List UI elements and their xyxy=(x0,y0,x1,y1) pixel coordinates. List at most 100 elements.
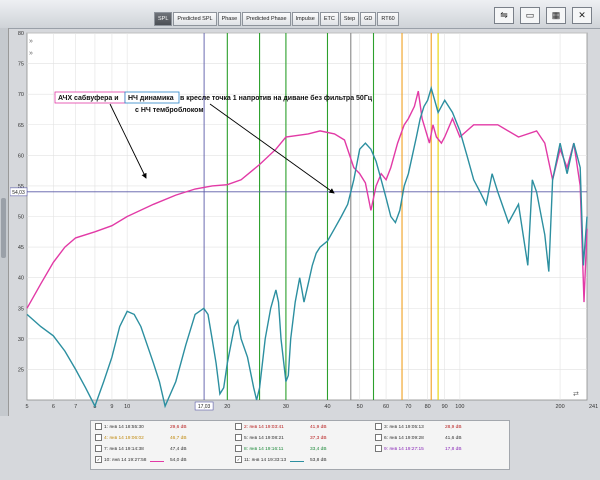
legend-label: 8: янв 14 19:16:11 xyxy=(244,447,284,452)
x-tick-label: 60 xyxy=(383,404,389,410)
legend-checkbox[interactable] xyxy=(95,445,102,453)
tab-predicted-spl[interactable]: Predicted SPL xyxy=(173,12,217,26)
legend-item-name[interactable]: ✓ 10: янв 14 19:27:58 xyxy=(95,456,146,466)
tab-impulse[interactable]: Impulse xyxy=(291,12,319,26)
x-tick-label: 80 xyxy=(425,404,431,410)
tab-etc[interactable]: ETC xyxy=(319,12,339,26)
y-tick-label: 65 xyxy=(18,123,24,129)
legend-item-name[interactable]: 5: янв 14 19:08:21 xyxy=(235,434,284,444)
legend-checkbox[interactable]: ✓ xyxy=(235,456,242,464)
legend-value: 47,4 dB xyxy=(170,447,187,452)
legend-item-name[interactable]: 3: янв 14 19:05:13 xyxy=(375,423,424,433)
legend-item-name[interactable]: 8: янв 14 19:16:11 xyxy=(235,445,283,455)
legend-row: 4: янв 14 19:06:02 46,7 dB 5: янв 14 19:08… xyxy=(95,434,505,444)
x-tick-label: 100 xyxy=(455,404,464,410)
graph-tabs: SPL Predicted SPL Phase Predicted Phase Impu… xyxy=(154,12,399,26)
legend-checkbox[interactable] xyxy=(235,434,242,442)
scroll-thumb[interactable] xyxy=(1,198,6,258)
measurement-legend: 1: янв 14 18:55:30 29,6 dB 2: янв 14 19:03… xyxy=(90,420,510,470)
x-tick-label: 30 xyxy=(283,404,289,410)
annotation-label: НЧ динамика xyxy=(128,95,174,102)
y-tick-label: 50 xyxy=(18,215,24,221)
x-tick-label: 50 xyxy=(357,404,363,410)
tab-spl[interactable]: SPL xyxy=(154,12,173,26)
collapse-icon: » xyxy=(29,38,33,45)
legend-value: 17,8 dB xyxy=(445,447,462,452)
legend-label: 2: янв 14 19:03:41 xyxy=(244,425,284,430)
legend-label: 3: янв 14 19:05:13 xyxy=(384,425,424,430)
x-tick-label: 20 xyxy=(224,404,230,410)
legend-value: 46,7 dB xyxy=(170,436,187,441)
x-tick-label: 6 xyxy=(52,404,55,410)
nav-icon: ⇄ xyxy=(573,391,579,398)
toolbar: SPL Predicted SPL Phase Predicted Phase Impu… xyxy=(0,0,600,29)
tab-step[interactable]: Step xyxy=(339,12,360,26)
collapse-icon: » xyxy=(29,50,33,57)
legend-swatch xyxy=(290,460,304,462)
y-tick-label: 60 xyxy=(18,153,24,159)
tab-phase[interactable]: Phase xyxy=(217,12,242,26)
legend-value: 29,6 dB xyxy=(170,425,187,430)
legend-item-name[interactable]: 6: янв 14 19:09:28 xyxy=(375,434,424,444)
legend-item-name[interactable]: 4: янв 14 19:06:02 xyxy=(95,434,144,444)
legend-label: 9: янв 14 19:27:15 xyxy=(384,447,424,452)
legend-checkbox[interactable] xyxy=(375,434,382,442)
legend-value: 41,6 dB xyxy=(445,436,462,441)
x-tick-label: 5 xyxy=(25,404,28,410)
tab-rt60[interactable]: RT60 xyxy=(377,12,399,26)
cursor-y-label: 54,03 xyxy=(12,190,25,196)
legend-value: 41,9 dB xyxy=(310,425,327,430)
toolbar-icons: ⇋ ▭ ▦ ✕ xyxy=(494,7,592,24)
legend-checkbox[interactable]: ✓ xyxy=(95,456,102,464)
x-tick-label: 200 xyxy=(555,404,564,410)
cursor-x-label: 17,03 xyxy=(198,404,211,410)
legend-item-name[interactable]: 2: янв 14 19:03:41 xyxy=(235,423,284,433)
chart-type-icon[interactable]: ⇋ xyxy=(494,7,514,24)
x-tick-label: 90 xyxy=(442,404,448,410)
settings-icon[interactable]: ✕ xyxy=(572,7,592,24)
legend-label: 10: янв 14 19:27:58 xyxy=(104,458,147,463)
tab-predicted-phase[interactable]: Predicted Phase xyxy=(242,12,291,26)
x-tick-label: 70 xyxy=(405,404,411,410)
legend-checkbox[interactable] xyxy=(95,423,102,431)
legend-swatch xyxy=(150,460,164,462)
legend-label: 6: янв 14 19:09:28 xyxy=(384,436,424,441)
annotation-label: АЧХ сабвуфера и xyxy=(58,94,119,102)
y-tick-label: 70 xyxy=(18,92,24,98)
y-tick-label: 35 xyxy=(18,306,24,312)
legend-checkbox[interactable] xyxy=(375,423,382,431)
legend-row: 1: янв 14 18:55:30 29,6 dB 2: янв 14 19:03… xyxy=(95,423,505,433)
legend-checkbox[interactable] xyxy=(235,445,242,453)
y-tick-label: 40 xyxy=(18,276,24,282)
x-tick-label: 9 xyxy=(110,404,113,410)
legend-label: 11: янв 14 19:33:13 xyxy=(244,458,287,463)
split-view-icon[interactable]: ▦ xyxy=(546,7,566,24)
legend-value: 28,9 dB xyxy=(445,425,462,430)
spl-chart[interactable]: 2530354045505560657075805 6 7 8 9 10 20 30 40 50 6… xyxy=(10,28,600,416)
legend-checkbox[interactable] xyxy=(95,434,102,442)
x-end-label: 241 Hz xyxy=(589,404,600,410)
display-icon[interactable]: ▭ xyxy=(520,7,540,24)
legend-checkbox[interactable] xyxy=(375,445,382,453)
tab-gd[interactable]: GD xyxy=(360,12,377,26)
legend-item-name[interactable]: 1: янв 14 18:55:30 xyxy=(95,423,144,433)
y-tick-label: 80 xyxy=(18,31,24,37)
legend-item-name[interactable]: 9: янв 14 19:27:15 xyxy=(375,445,424,455)
legend-label: 1: янв 14 18:55:30 xyxy=(104,425,144,430)
legend-value: 37,3 dB xyxy=(310,436,327,441)
x-tick-label: 10 xyxy=(124,404,130,410)
legend-row: 7: янв 14 19:14:38 47,4 dB 8: янв 14 19:16… xyxy=(95,445,505,455)
legend-item-name[interactable]: 7: янв 14 19:14:38 xyxy=(95,445,144,455)
x-tick-label: 40 xyxy=(324,404,330,410)
y-tick-label: 45 xyxy=(18,245,24,251)
legend-value: 53,8 dB xyxy=(310,458,327,463)
legend-value: 33,4 dB xyxy=(310,447,327,452)
y-tick-label: 30 xyxy=(18,337,24,343)
y-tick-label: 25 xyxy=(18,367,24,373)
annotation-label: в кресле точка 1 напротив на диване без … xyxy=(180,94,373,102)
left-scroll-rail[interactable] xyxy=(0,28,9,416)
legend-label: 5: янв 14 19:08:21 xyxy=(244,436,284,441)
legend-item-name[interactable]: ✓ 11: янв 14 19:33:13 xyxy=(235,456,286,466)
x-tick-label: 7 xyxy=(74,404,77,410)
legend-checkbox[interactable] xyxy=(235,423,242,431)
